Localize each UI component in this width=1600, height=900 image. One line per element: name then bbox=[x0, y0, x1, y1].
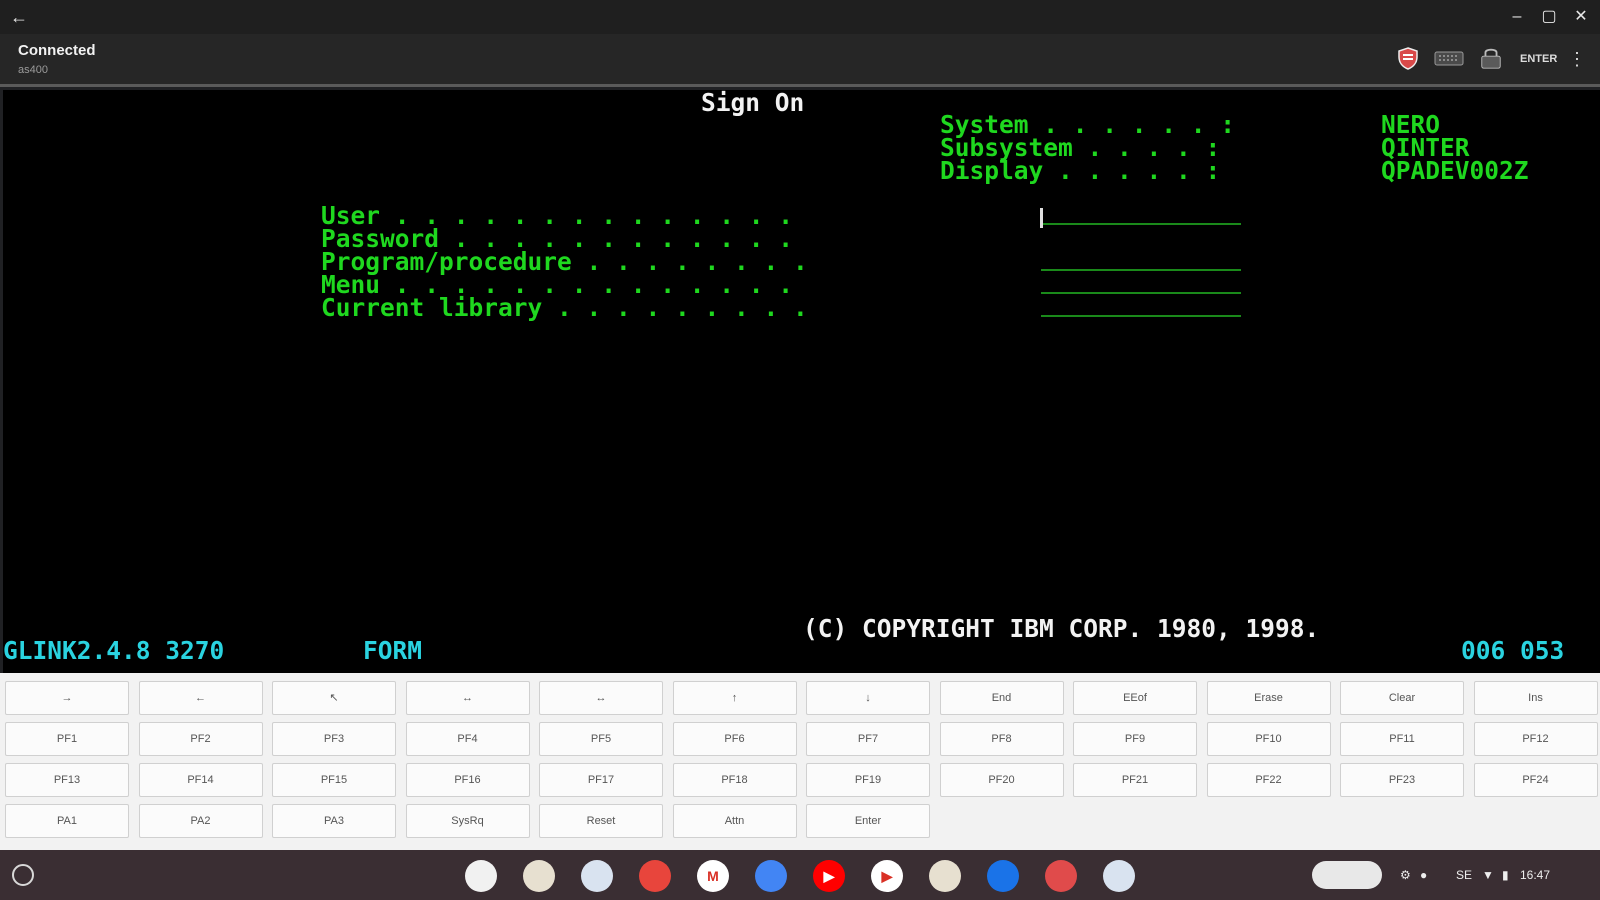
text-cursor bbox=[1040, 208, 1043, 228]
function-key[interactable]: PF13 bbox=[5, 763, 129, 797]
app-toolbar: Connected as400 ENTER ⋮ bbox=[0, 34, 1600, 87]
clock: 16:47 bbox=[1520, 868, 1551, 882]
keyboard-icon[interactable] bbox=[1434, 46, 1464, 70]
function-key[interactable]: ← bbox=[138, 681, 263, 715]
files-icon[interactable] bbox=[987, 860, 1019, 892]
function-key[interactable]: → bbox=[5, 681, 129, 715]
function-key[interactable]: End bbox=[939, 681, 1064, 715]
enter-button[interactable]: ENTER bbox=[1520, 53, 1557, 65]
function-key[interactable]: ↑ bbox=[672, 681, 797, 715]
function-key[interactable]: Clear bbox=[1340, 681, 1464, 715]
function-key[interactable]: PF9 bbox=[1073, 722, 1197, 756]
glink-app-icon-2[interactable] bbox=[581, 860, 613, 892]
function-key[interactable]: Reset bbox=[539, 804, 663, 838]
function-key[interactable]: PF22 bbox=[1206, 763, 1331, 797]
wifi-icon: ▼ bbox=[1482, 868, 1494, 882]
function-key[interactable]: PA1 bbox=[5, 804, 129, 838]
function-key[interactable]: ↔ bbox=[539, 681, 663, 715]
function-key[interactable]: PF24 bbox=[1473, 763, 1598, 797]
screen-title: Sign On bbox=[701, 90, 805, 117]
function-key[interactable]: PF18 bbox=[672, 763, 797, 797]
copyright-notice: (C) COPYRIGHT IBM CORP. 1980, 1998. bbox=[803, 614, 1320, 643]
glink-app-icon-3[interactable] bbox=[929, 860, 961, 892]
function-key[interactable]: Ins bbox=[1473, 681, 1598, 715]
window-title-bar: ← – ▢ ✕ bbox=[0, 0, 1600, 34]
youtube-icon[interactable]: ▶ bbox=[813, 860, 845, 892]
program-procedure-input-field[interactable] bbox=[1041, 249, 1241, 271]
function-key[interactable]: ↖ bbox=[272, 681, 396, 715]
function-key[interactable]: ↔ bbox=[405, 681, 530, 715]
function-key[interactable]: ↓ bbox=[806, 681, 930, 715]
display-value: QPADEV002Z bbox=[1381, 156, 1529, 185]
function-key[interactable]: PF3 bbox=[272, 722, 396, 756]
gmail-icon[interactable]: M bbox=[697, 860, 729, 892]
function-key[interactable]: PF11 bbox=[1340, 722, 1464, 756]
close-icon[interactable]: ✕ bbox=[1570, 6, 1592, 28]
function-key[interactable]: PF6 bbox=[672, 722, 797, 756]
function-key[interactable]: Enter bbox=[806, 804, 930, 838]
minimize-icon[interactable]: – bbox=[1506, 6, 1528, 28]
function-key[interactable]: PF8 bbox=[939, 722, 1064, 756]
function-key[interactable]: PF14 bbox=[138, 763, 263, 797]
function-key[interactable]: PF1 bbox=[5, 722, 129, 756]
function-key[interactable]: PF17 bbox=[539, 763, 663, 797]
function-key[interactable]: PF4 bbox=[405, 722, 530, 756]
terminal-screen[interactable]: Sign On System . . . . . . : NERO Subsys… bbox=[3, 90, 1600, 673]
notification-icon: ● bbox=[1420, 868, 1428, 882]
function-key[interactable]: SysRq bbox=[405, 804, 530, 838]
emulator-version: GLINK2.4.8 3270 bbox=[3, 636, 225, 665]
menu-input-field[interactable] bbox=[1041, 272, 1241, 294]
function-key[interactable]: PF2 bbox=[138, 722, 263, 756]
function-key[interactable]: PF20 bbox=[939, 763, 1064, 797]
function-key-panel: → ← ↖ ↔ ↔ ↑ ↓ End EEof Erase Clear Ins PF1 PF2 PF3 PF4 P… bbox=[0, 673, 1600, 850]
function-key[interactable]: PF5 bbox=[539, 722, 663, 756]
function-key[interactable]: PF10 bbox=[1206, 722, 1331, 756]
glink-app-icon-1[interactable] bbox=[523, 860, 555, 892]
screen-recorder-icon[interactable] bbox=[1045, 860, 1077, 892]
current-library-input-field[interactable] bbox=[1041, 295, 1241, 317]
status-area[interactable]: ⚙ ● SE ▼ ▮ 16:47 bbox=[1396, 861, 1590, 889]
function-key[interactable]: PF16 bbox=[405, 763, 530, 797]
maximize-icon[interactable]: ▢ bbox=[1538, 6, 1560, 28]
screen-mode: FORM bbox=[363, 636, 423, 665]
cursor-position: 006 053 bbox=[1461, 636, 1565, 665]
docs-icon[interactable] bbox=[755, 860, 787, 892]
launcher-icon[interactable] bbox=[12, 864, 34, 886]
network-label: SE bbox=[1456, 868, 1473, 882]
function-key[interactable]: PA2 bbox=[138, 804, 263, 838]
function-key[interactable]: PF23 bbox=[1340, 763, 1464, 797]
battery-icon: ▮ bbox=[1502, 868, 1509, 882]
function-key[interactable]: Attn bbox=[672, 804, 797, 838]
lock-icon[interactable] bbox=[1478, 46, 1504, 70]
user-input-field[interactable] bbox=[1041, 203, 1241, 225]
function-key[interactable]: PF7 bbox=[806, 722, 930, 756]
function-key[interactable]: PF12 bbox=[1473, 722, 1598, 756]
tray-item[interactable] bbox=[1312, 861, 1382, 889]
settings-app-icon[interactable] bbox=[465, 860, 497, 892]
play-store-icon[interactable]: ▶ bbox=[871, 860, 903, 892]
function-key[interactable]: PF19 bbox=[806, 763, 930, 797]
function-key[interactable]: PF21 bbox=[1073, 763, 1197, 797]
shield-icon[interactable] bbox=[1396, 46, 1420, 70]
glink-app-icon-4[interactable] bbox=[1103, 860, 1135, 892]
chrome-icon[interactable] bbox=[639, 860, 671, 892]
more-options-icon[interactable]: ⋮ bbox=[1568, 48, 1586, 70]
function-key[interactable]: PF15 bbox=[272, 763, 396, 797]
function-key[interactable]: EEof bbox=[1073, 681, 1197, 715]
back-arrow-icon[interactable]: ← bbox=[8, 6, 30, 28]
connection-host: as400 bbox=[18, 64, 48, 76]
connection-status: Connected bbox=[18, 42, 96, 59]
display-label: Display . . . . . : bbox=[940, 156, 1221, 185]
current-library-label: Current library . . . . . . . . . bbox=[321, 293, 808, 322]
os-shelf: M ▶ ▶ ⚙ ● SE ▼ ▮ 16:47 bbox=[0, 850, 1600, 900]
function-key[interactable]: Erase bbox=[1206, 681, 1331, 715]
function-key[interactable]: PA3 bbox=[272, 804, 396, 838]
settings-gear-icon: ⚙ bbox=[1400, 868, 1411, 882]
